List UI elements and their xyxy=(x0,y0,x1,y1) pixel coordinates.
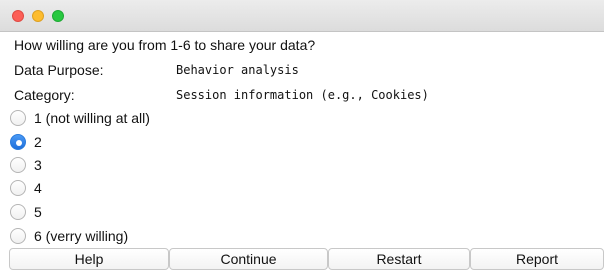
option-label: 3 xyxy=(34,157,42,173)
option-label: 6 (verry willing) xyxy=(34,228,129,244)
survey-content: How willing are you from 1-6 to share yo… xyxy=(0,32,604,270)
help-button[interactable]: Help xyxy=(9,248,169,270)
survey-window: How willing are you from 1-6 to share yo… xyxy=(0,0,604,270)
radio-button-icon[interactable] xyxy=(10,110,26,126)
option-label: 5 xyxy=(34,204,42,220)
option-label: 4 xyxy=(34,180,42,196)
option-5-radio[interactable]: 5 xyxy=(10,201,42,223)
option-6-radio[interactable]: 6 (verry willing) xyxy=(10,225,128,247)
minimize-window-button[interactable] xyxy=(32,10,44,22)
continue-button[interactable]: Continue xyxy=(169,248,328,270)
data-purpose-label: Data Purpose: xyxy=(14,62,104,78)
radio-button-icon[interactable] xyxy=(10,157,26,173)
report-button[interactable]: Report xyxy=(470,248,604,270)
title-bar xyxy=(0,0,604,32)
option-1-radio[interactable]: 1 (not willing at all) xyxy=(10,107,150,129)
category-value: Session information (e.g., Cookies) xyxy=(176,88,429,102)
option-label: 2 xyxy=(34,134,42,150)
radio-button-icon[interactable] xyxy=(10,180,26,196)
radio-button-icon[interactable] xyxy=(10,228,26,244)
option-2-radio[interactable]: 2 xyxy=(10,131,42,153)
data-purpose-value: Behavior analysis xyxy=(176,63,299,77)
question-text: How willing are you from 1-6 to share yo… xyxy=(14,37,316,53)
radio-button-selected-icon[interactable] xyxy=(10,134,26,150)
radio-button-icon[interactable] xyxy=(10,204,26,220)
option-label: 1 (not willing at all) xyxy=(34,110,150,126)
option-3-radio[interactable]: 3 xyxy=(10,154,42,176)
maximize-window-button[interactable] xyxy=(52,10,64,22)
option-4-radio[interactable]: 4 xyxy=(10,177,42,199)
close-window-button[interactable] xyxy=(12,10,24,22)
button-bar: Help Continue Restart Report xyxy=(0,248,604,270)
category-label: Category: xyxy=(14,87,75,103)
restart-button[interactable]: Restart xyxy=(328,248,470,270)
